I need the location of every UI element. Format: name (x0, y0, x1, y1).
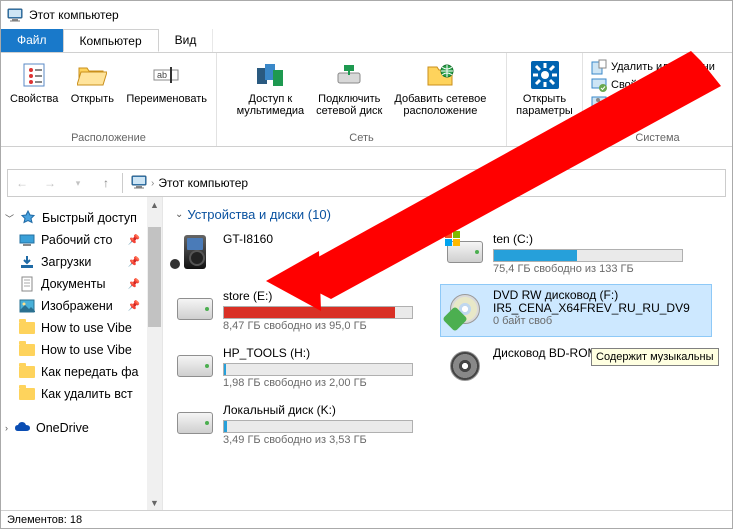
media-icon (254, 59, 286, 91)
drive-icon (175, 289, 215, 329)
pin-icon: 📌 (128, 301, 140, 312)
this-pc-icon (7, 7, 23, 23)
properties-button[interactable]: Свойства (4, 55, 64, 107)
sidebar-item-folder[interactable]: How to use Vibe (1, 317, 162, 339)
uninstall-button[interactable]: Удалить или измени (591, 59, 715, 75)
open-settings-button[interactable]: Открыть параметры (510, 55, 579, 119)
settings-icon (529, 59, 561, 91)
scroll-up-icon[interactable]: ▲ (147, 197, 162, 212)
group-network-label: Сеть (349, 132, 373, 146)
netloc-icon (424, 59, 456, 91)
address-bar[interactable]: ← → ▾ ↑ › Этот компьютер (7, 169, 726, 197)
nav-up-button[interactable]: ↑ (94, 171, 118, 195)
sidebar-onedrive[interactable]: › OneDrive (1, 417, 162, 439)
sidebar-item-documents[interactable]: Документы📌 (1, 273, 162, 295)
tab-file[interactable]: Файл (1, 29, 63, 52)
devices-section-header[interactable]: ⌄ Устройства и диски (10) (171, 205, 728, 228)
folder-icon (19, 364, 35, 380)
usage-bar (223, 420, 413, 433)
map-drive-icon (333, 59, 365, 91)
documents-icon (19, 276, 35, 292)
open-icon (76, 59, 108, 91)
pin-icon: 📌 (128, 235, 140, 246)
manage-icon (591, 95, 607, 111)
status-bar: Элементов: 18 (1, 510, 732, 528)
rename-icon: ab (151, 59, 183, 91)
item-count: Элементов: 18 (7, 514, 82, 526)
usage-bar (223, 306, 413, 319)
nav-back-button[interactable]: ← (10, 171, 34, 195)
dvd-drive-icon (445, 289, 485, 329)
tooltip: Содержит музыкальны (591, 348, 719, 366)
sidebar-item-folder[interactable]: Как передать фа (1, 361, 162, 383)
sidebar-item-downloads[interactable]: Загрузки📌 (1, 251, 162, 273)
pictures-icon (19, 298, 35, 314)
sidebar-scrollbar[interactable]: ▲ ▼ (147, 197, 162, 510)
nav-forward-button[interactable]: → (38, 171, 62, 195)
folder-icon (19, 342, 35, 358)
tab-view[interactable]: Вид (159, 29, 214, 52)
bd-drive-icon (445, 346, 485, 386)
open-button[interactable]: Открыть (64, 55, 120, 107)
tab-computer[interactable]: Компьютер (63, 29, 159, 52)
desktop-icon (19, 232, 35, 248)
nav-recent-button[interactable]: ▾ (66, 171, 90, 195)
sidebar-quick-access[interactable]: ﹀ Быстрый доступ (1, 207, 162, 229)
sidebar: ﹀ Быстрый доступ Рабочий сто📌 Загрузки📌 … (1, 197, 163, 510)
uninstall-icon (591, 59, 607, 75)
sysprops-button[interactable]: Свойства системы (591, 77, 715, 93)
content-pane: ⌄ Устройства и диски (10) GT-I8160 ten (… (163, 197, 732, 510)
sidebar-item-pictures[interactable]: Изображени📌 (1, 295, 162, 317)
window-titlebar: Этот компьютер (1, 1, 732, 29)
usage-bar (223, 363, 413, 376)
scroll-thumb[interactable] (148, 227, 161, 327)
manage-button[interactable]: Управление (591, 95, 715, 111)
drive-item[interactable]: GT-I8160 (171, 228, 441, 279)
rename-button[interactable]: ab Переименовать (120, 55, 213, 107)
scroll-down-icon[interactable]: ▼ (147, 495, 162, 510)
properties-icon (18, 59, 50, 91)
downloads-icon (19, 254, 35, 270)
sidebar-item-folder[interactable]: How to use Vibe (1, 339, 162, 361)
add-netloc-button[interactable]: Добавить сетевое расположение (388, 55, 492, 119)
usage-bar (493, 249, 683, 262)
ribbon-tabs: Файл Компьютер Вид (1, 29, 732, 53)
sysprops-icon (591, 77, 607, 93)
drive-icon (175, 403, 215, 443)
this-pc-icon (131, 174, 147, 193)
star-icon (20, 210, 36, 226)
group-location-label: Расположение (71, 132, 146, 146)
folder-icon (19, 320, 35, 336)
onedrive-icon (14, 420, 30, 436)
drive-item[interactable]: Локальный диск (K:) 3,49 ГБ свободно из … (171, 399, 441, 450)
group-system-label: Система (635, 132, 679, 146)
drive-item[interactable]: HP_TOOLS (H:) 1,98 ГБ свободно из 2,00 Г… (171, 342, 441, 393)
svg-text:ab: ab (157, 70, 167, 80)
sidebar-item-desktop[interactable]: Рабочий сто📌 (1, 229, 162, 251)
pin-icon: 📌 (128, 257, 140, 268)
breadcrumb[interactable]: › Этот компьютер (125, 174, 248, 193)
window-title: Этот компьютер (29, 8, 119, 22)
drive-icon (175, 346, 215, 386)
drive-item[interactable]: ten (C:) 75,4 ГБ свободно из 133 ГБ (441, 228, 711, 279)
drive-icon (445, 232, 485, 272)
media-access-button[interactable]: Доступ к мультимедиа (231, 55, 311, 119)
ribbon: Свойства Открыть ab Переименовать Распол… (1, 53, 732, 147)
drive-item[interactable]: store (E:) 8,47 ГБ свободно из 95,0 ГБ (171, 285, 441, 336)
drive-item[interactable]: DVD RW дисковод (F:) IR5_CENA_X64FREV_RU… (441, 285, 711, 336)
pin-icon: 📌 (128, 279, 140, 290)
sidebar-item-folder[interactable]: Как удалить вст (1, 383, 162, 405)
mp3-player-icon (175, 232, 215, 272)
map-drive-button[interactable]: Подключить сетевой диск (310, 55, 388, 119)
folder-icon (19, 386, 35, 402)
